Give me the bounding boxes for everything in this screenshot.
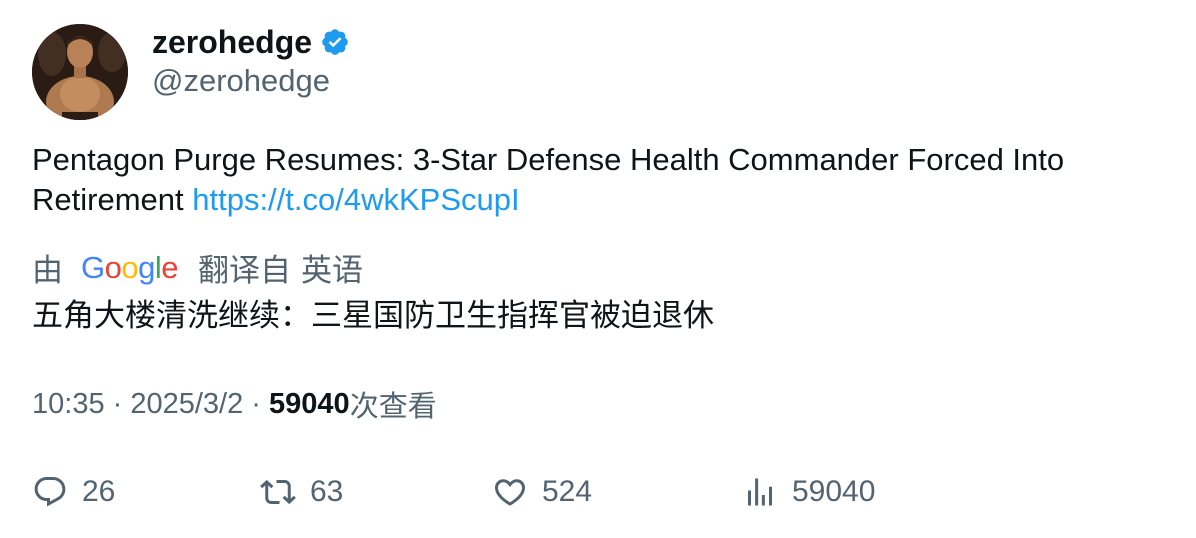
author-name-row[interactable]: zerohedge — [152, 22, 350, 62]
views-action-count: 59040 — [792, 475, 876, 508]
like-count: 524 — [542, 475, 593, 508]
tweet-body: Pentagon Purge Resumes: 3-Star Defense H… — [32, 142, 1065, 217]
translated-by-label: 由 — [32, 252, 63, 288]
google-logo[interactable]: Google — [81, 250, 179, 286]
tweet-card: zerohedge @zerohedge Pentagon Purge Resu… — [0, 0, 1196, 538]
tweet-time[interactable]: 10:35 — [32, 388, 105, 421]
author-display-name[interactable]: zerohedge — [152, 22, 312, 62]
retweet-button[interactable]: 63 — [260, 470, 343, 514]
tweet-link[interactable]: https://t.co/4wkKPScupI — [192, 182, 519, 217]
author-handle[interactable]: @zerohedge — [152, 62, 330, 100]
tweet-date[interactable]: 2025/3/2 — [130, 388, 243, 421]
retweet-icon — [260, 474, 296, 510]
views-icon — [742, 474, 778, 510]
avatar-image — [32, 24, 128, 120]
like-icon — [492, 474, 528, 510]
views-suffix: 次查看 — [349, 391, 437, 423]
action-bar: 26 63 524 59040 — [32, 470, 1132, 514]
tweet-meta: 10:35 · 2025/3/2 · 59040 次查看 — [32, 384, 437, 424]
translated-text: 五角大楼清洗继续：三星国防卫生指挥官被迫退休 — [32, 298, 714, 333]
avatar[interactable] — [32, 24, 128, 120]
translation-attribution: 由 Google 翻译自 英语 — [32, 246, 363, 288]
like-button[interactable]: 524 — [492, 470, 592, 514]
meta-separator: · — [243, 387, 270, 420]
retweet-count: 63 — [310, 475, 344, 508]
meta-separator: · — [104, 387, 131, 420]
views-count: 59040 — [269, 387, 350, 420]
reply-button[interactable]: 26 — [32, 470, 115, 514]
tweet-text: Pentagon Purge Resumes: 3-Star Defense H… — [32, 140, 1152, 220]
reply-icon — [32, 474, 68, 510]
translated-from-label: 翻译自 — [198, 252, 292, 288]
reply-count: 26 — [82, 475, 116, 508]
source-language: 英语 — [301, 252, 364, 288]
views-button[interactable]: 59040 — [742, 470, 875, 514]
verified-badge-icon — [320, 27, 350, 57]
